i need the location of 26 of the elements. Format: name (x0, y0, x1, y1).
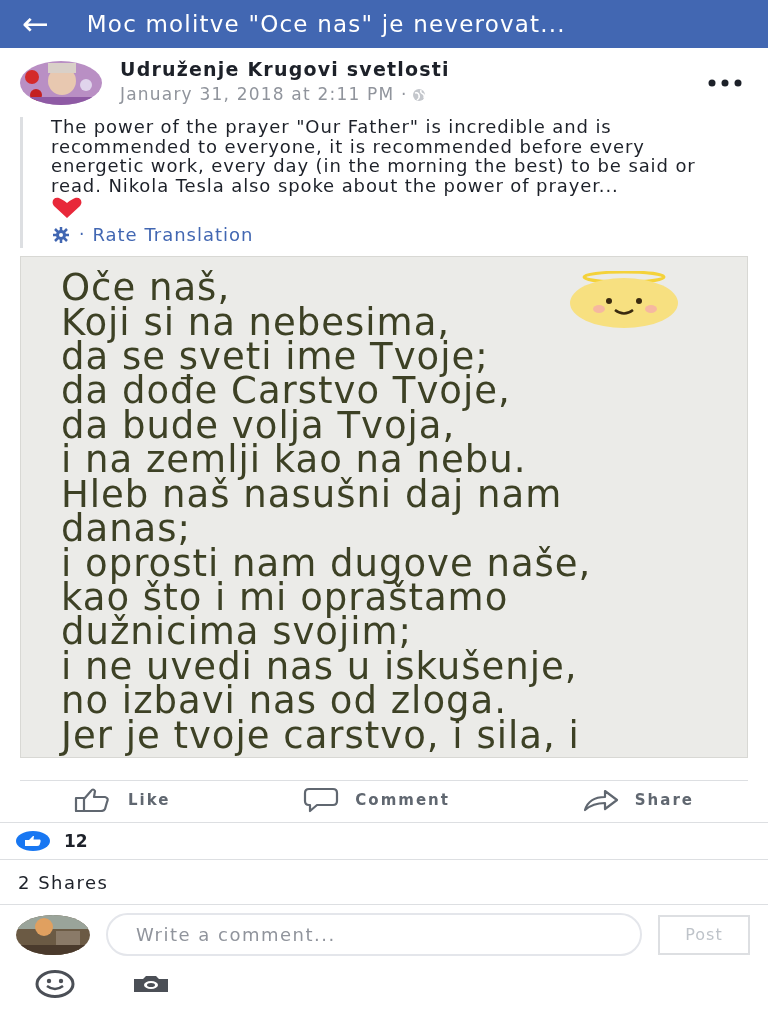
back-button[interactable]: ← (22, 8, 49, 40)
like-reaction-icon (16, 831, 50, 852)
like-button[interactable]: Like (74, 787, 171, 812)
post-timestamp: January 31, 2018 at 2:11 PM · (120, 82, 408, 106)
page-title: Moc molitve "Oce nas" je neverovat... (86, 9, 566, 39)
separator-dot: · (79, 223, 85, 246)
rate-translation-link[interactable]: Rate Translation (92, 221, 254, 249)
camera-icon[interactable] (133, 975, 169, 994)
prayer-line: danas; (61, 512, 192, 547)
emoji-icon[interactable] (35, 970, 75, 999)
arrow-icon (582, 787, 619, 812)
prayer-line: Koji si na nebesima, (61, 305, 451, 341)
shares-count[interactable]: 2 Shares (18, 868, 109, 896)
more-button[interactable] (708, 78, 742, 87)
share-button[interactable]: Share (582, 787, 694, 812)
reaction-count[interactable]: 12 (64, 828, 88, 854)
thumbs-up-icon (74, 787, 112, 812)
globe-icon (411, 87, 426, 102)
comment-button[interactable]: Comment (303, 786, 450, 813)
settings-icon (51, 226, 71, 243)
speech-bubble-icon (303, 786, 340, 813)
heart-icon (51, 197, 83, 220)
prayer-line: Oče naš, (61, 271, 231, 306)
prayer-line: da bude volja Tvoja, (61, 408, 456, 444)
post-text: The power of the prayer "Our Father" is incredible and is recommended to everyone, it is recommended before every energetic work, every day (in the morning the best) to be said or read. Nikola Tesla also spoke about the power of prayer... (51, 117, 697, 196)
author-name[interactable]: Udruženje Krugovi svetlosti (120, 58, 690, 82)
